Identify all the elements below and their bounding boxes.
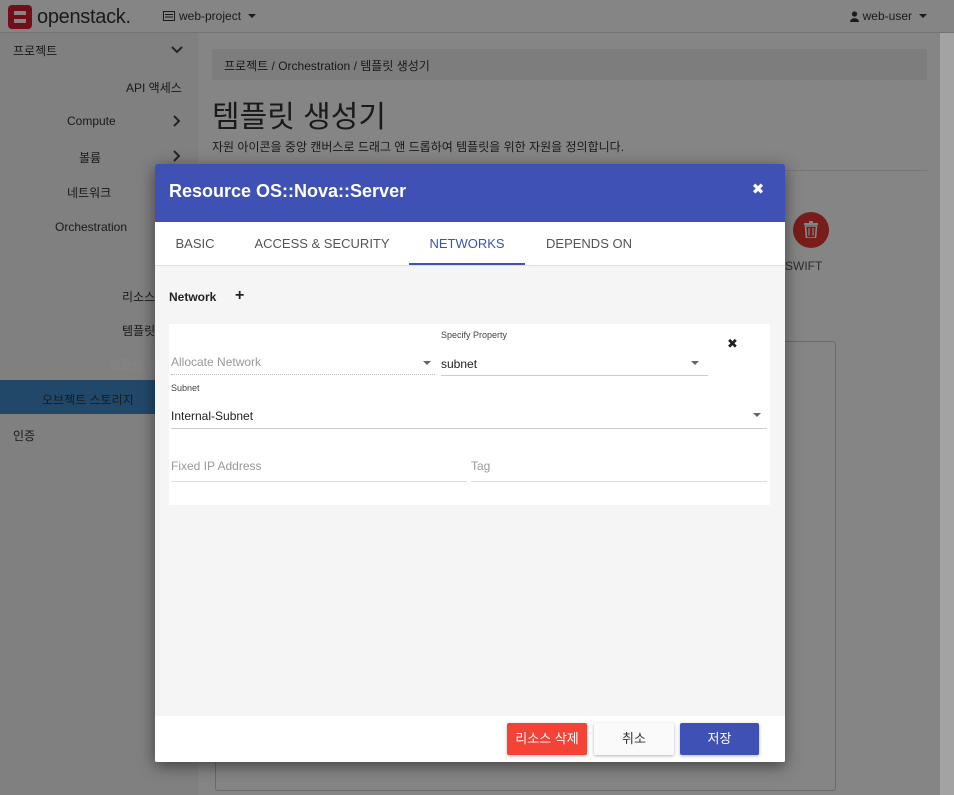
add-network-icon[interactable]: +	[235, 287, 244, 305]
specify-property-select[interactable]: Specify Property subnet	[441, 330, 708, 376]
tab-depends-on[interactable]: DEPENDS ON	[533, 222, 645, 265]
field-underline	[171, 428, 767, 429]
subnet-value: Internal-Subnet	[171, 409, 254, 423]
network-label: Network	[169, 290, 217, 304]
modal-footer: 리소스 삭제 취소 저장	[155, 716, 785, 762]
modal-header: Resource OS::Nova::Server ✖	[155, 164, 785, 222]
tab-networks[interactable]: NETWORKS	[409, 222, 525, 265]
field-underline	[171, 481, 467, 482]
scrollbar[interactable]	[940, 33, 954, 795]
allocate-network-select[interactable]: Allocate Network	[171, 338, 435, 375]
modal-title: Resource OS::Nova::Server	[169, 181, 407, 201]
fixed-ip-placeholder: Fixed IP Address	[171, 459, 262, 473]
subnet-select[interactable]: Subnet Internal-Subnet	[171, 383, 767, 429]
tab-basic[interactable]: BASIC	[155, 222, 235, 265]
tag-field[interactable]: Tag	[471, 448, 767, 482]
specify-property-value: subnet	[441, 357, 478, 371]
network-form-card: Allocate Network Specify Property subnet…	[169, 324, 770, 505]
chevron-down-icon	[753, 413, 761, 417]
subnet-label: Subnet	[171, 383, 200, 393]
field-underline	[441, 375, 708, 376]
allocate-network-placeholder: Allocate Network	[171, 355, 262, 369]
resource-modal: Resource OS::Nova::Server ✖ BASIC ACCESS…	[155, 164, 785, 762]
tag-placeholder: Tag	[471, 459, 491, 473]
modal-tabs: BASIC ACCESS & SECURITY NETWORKS DEPENDS…	[155, 222, 785, 266]
chevron-down-icon	[423, 361, 431, 365]
save-button[interactable]: 저장	[680, 723, 759, 755]
field-underline	[471, 481, 767, 482]
fixed-ip-field[interactable]: Fixed IP Address	[171, 448, 467, 482]
modal-body: Network + Allocate Network Specify Prope…	[155, 266, 785, 716]
delete-resource-button[interactable]: 리소스 삭제	[507, 723, 587, 755]
cancel-button[interactable]: 취소	[594, 723, 674, 755]
close-icon[interactable]: ✖	[751, 182, 765, 197]
chevron-down-icon	[691, 361, 699, 365]
specify-property-label: Specify Property	[441, 330, 508, 340]
tab-access-security[interactable]: ACCESS & SECURITY	[243, 222, 401, 265]
field-underline	[171, 374, 435, 375]
remove-network-icon[interactable]: ✖	[727, 336, 738, 352]
